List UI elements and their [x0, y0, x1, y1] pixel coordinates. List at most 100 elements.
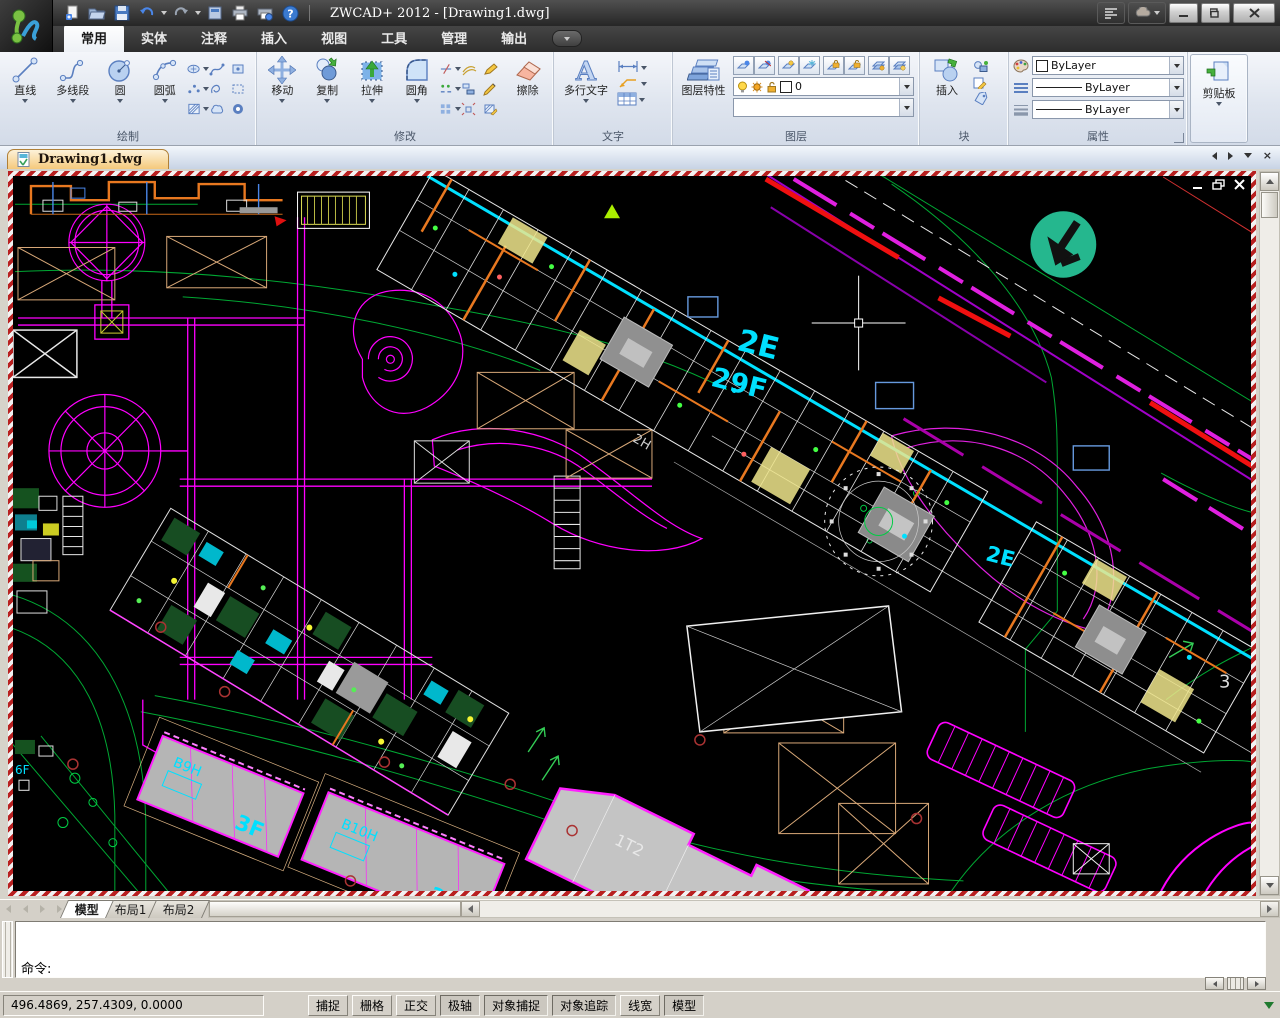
- trim-button[interactable]: [439, 59, 461, 79]
- print-button[interactable]: [228, 3, 252, 23]
- mdi-minimize-icon[interactable]: [1191, 179, 1204, 190]
- tab-home[interactable]: 常用: [64, 24, 124, 52]
- undo-dropdown[interactable]: [160, 3, 168, 23]
- restore-button[interactable]: [1201, 3, 1230, 23]
- app-logo-icon[interactable]: [0, 0, 53, 52]
- layer-properties-button[interactable]: 图层特性: [676, 54, 731, 130]
- tab-scroll-left-icon[interactable]: [1212, 152, 1217, 160]
- tab-solid[interactable]: 实体: [124, 24, 184, 52]
- donut-button[interactable]: [231, 99, 253, 119]
- tab-annotate[interactable]: 注释: [184, 24, 244, 52]
- layer-freeze-button[interactable]: [799, 56, 820, 75]
- tab-view[interactable]: 视图: [304, 24, 364, 52]
- revcloud-button[interactable]: [209, 99, 231, 119]
- vertical-scroll-thumb[interactable]: [1261, 192, 1278, 218]
- break-button[interactable]: [439, 79, 461, 99]
- tab-layout2[interactable]: 布局2: [148, 900, 210, 918]
- dimension-button[interactable]: [617, 60, 647, 73]
- insert-block-button[interactable]: 插入: [923, 54, 971, 130]
- plot-preview-button[interactable]: [203, 3, 227, 23]
- layer-isolate-button[interactable]: [868, 56, 889, 75]
- horizontal-scroll-thumb[interactable]: [209, 901, 461, 917]
- array-button[interactable]: [439, 99, 461, 119]
- document-tab-drawing1[interactable]: Drawing1.dwg: [7, 149, 169, 169]
- layer-thaw-button[interactable]: [778, 56, 799, 75]
- create-block-button[interactable]: [973, 60, 989, 73]
- first-layout-button[interactable]: [0, 900, 17, 918]
- freehand-button[interactable]: [209, 79, 231, 99]
- arc-button[interactable]: 圆弧: [142, 54, 187, 130]
- dialog-launcher-icon[interactable]: [1174, 133, 1184, 143]
- layer-state-select[interactable]: [733, 98, 914, 117]
- move-button[interactable]: 移动: [260, 54, 305, 130]
- tab-model[interactable]: 模型: [60, 900, 114, 918]
- scroll-down-button[interactable]: [1260, 876, 1279, 895]
- status-bar-menu[interactable]: [1264, 1002, 1274, 1009]
- tab-scroll-right-icon[interactable]: [1228, 152, 1233, 160]
- layer-lock-button[interactable]: [823, 56, 844, 75]
- spline-button[interactable]: [209, 59, 231, 79]
- workspace-switch-button[interactable]: [1128, 2, 1166, 24]
- point-button[interactable]: [187, 79, 209, 99]
- edit-polyline-button[interactable]: [483, 59, 505, 79]
- mtext-button[interactable]: A 多行文字: [557, 54, 615, 130]
- close-button[interactable]: [1233, 3, 1275, 23]
- line-button[interactable]: 直线: [3, 54, 48, 130]
- command-splitter-grip[interactable]: [2, 921, 13, 978]
- layer-select-arrow[interactable]: [899, 78, 913, 95]
- linetype-select-arrow[interactable]: [1169, 79, 1183, 96]
- horizontal-scroll-track[interactable]: [480, 901, 1260, 917]
- layer-unlock-button[interactable]: [844, 56, 865, 75]
- command-prompt-row[interactable]: 命令:: [21, 959, 1260, 975]
- new-file-button[interactable]: [60, 3, 84, 23]
- linetype-select[interactable]: ByLayer: [1032, 78, 1184, 97]
- tab-output[interactable]: 输出: [484, 24, 544, 52]
- tab-tools[interactable]: 工具: [364, 24, 424, 52]
- help-button[interactable]: ?: [278, 3, 302, 23]
- paste-button[interactable]: 剪贴板: [1194, 57, 1244, 142]
- command-window[interactable]: 命令:: [15, 921, 1266, 978]
- command-scroll-right-button[interactable]: [1247, 977, 1266, 990]
- color-select-arrow[interactable]: [1169, 57, 1183, 74]
- menu-lines-icon[interactable]: [1097, 2, 1125, 24]
- lineweight-select[interactable]: ByLayer: [1032, 100, 1184, 119]
- table-button[interactable]: [617, 92, 647, 106]
- ellipse-button[interactable]: [187, 59, 209, 79]
- horizontal-scrollbar[interactable]: [208, 900, 1280, 918]
- tab-close-icon[interactable]: ×: [1263, 151, 1272, 160]
- mdi-close-icon[interactable]: [1233, 179, 1246, 190]
- toggle-ortho[interactable]: 正交: [396, 995, 436, 1016]
- leader-button[interactable]: [617, 76, 647, 89]
- open-file-button[interactable]: [85, 3, 109, 23]
- prev-layout-button[interactable]: [17, 900, 34, 918]
- toggle-lineweight[interactable]: 线宽: [620, 995, 660, 1016]
- undo-button[interactable]: [135, 3, 159, 23]
- cad-drawing[interactable]: B9H 3F B10H 3F 1: [13, 176, 1251, 891]
- edit-spline-button[interactable]: [483, 79, 505, 99]
- layer-on-button[interactable]: [733, 56, 754, 75]
- hatch-button[interactable]: [187, 99, 209, 119]
- redo-dropdown[interactable]: [194, 3, 202, 23]
- fillet-button[interactable]: 圆角: [394, 54, 439, 130]
- circle-button[interactable]: 圆: [98, 54, 143, 130]
- offset-button[interactable]: [461, 59, 483, 79]
- polyline-button[interactable]: 多线段: [48, 54, 98, 130]
- layer-unisolate-button[interactable]: [889, 56, 910, 75]
- color-select[interactable]: ByLayer: [1032, 56, 1184, 75]
- scroll-up-button[interactable]: [1260, 172, 1279, 191]
- ribbon-options-button[interactable]: [552, 30, 582, 47]
- tab-list-icon[interactable]: [1244, 153, 1252, 158]
- layer-off-button[interactable]: [754, 56, 775, 75]
- copy-button[interactable]: 复制: [305, 54, 350, 130]
- toggle-otrack[interactable]: 对象追踪: [552, 995, 616, 1016]
- region-button[interactable]: [231, 59, 253, 79]
- publish-button[interactable]: [253, 3, 277, 23]
- redo-button[interactable]: [169, 3, 193, 23]
- lineweight-select-arrow[interactable]: [1169, 101, 1183, 118]
- scroll-left-button[interactable]: [461, 901, 480, 917]
- command-scroll-grip[interactable]: [1227, 977, 1244, 990]
- align-button[interactable]: [461, 79, 483, 99]
- save-button[interactable]: [110, 3, 134, 23]
- next-layout-button[interactable]: [34, 900, 51, 918]
- toggle-model-space[interactable]: 模型: [664, 995, 704, 1016]
